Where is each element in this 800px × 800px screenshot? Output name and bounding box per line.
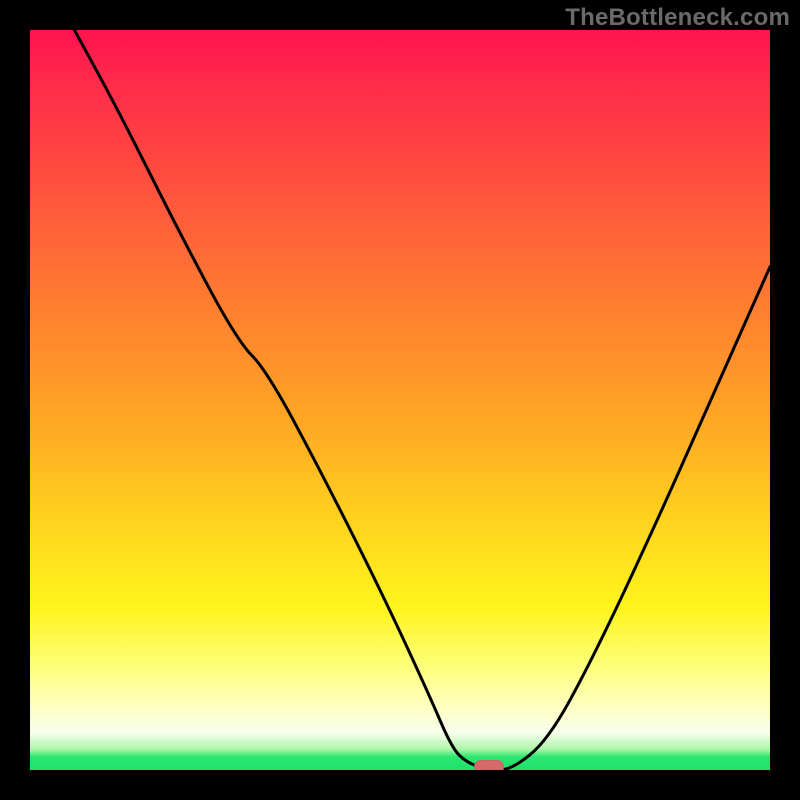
- plot-area: [30, 30, 770, 770]
- bottleneck-curve: [30, 30, 770, 770]
- optimal-marker: [474, 760, 504, 770]
- chart-frame: TheBottleneck.com: [0, 0, 800, 800]
- curve-path: [74, 30, 770, 770]
- watermark-text: TheBottleneck.com: [565, 4, 790, 32]
